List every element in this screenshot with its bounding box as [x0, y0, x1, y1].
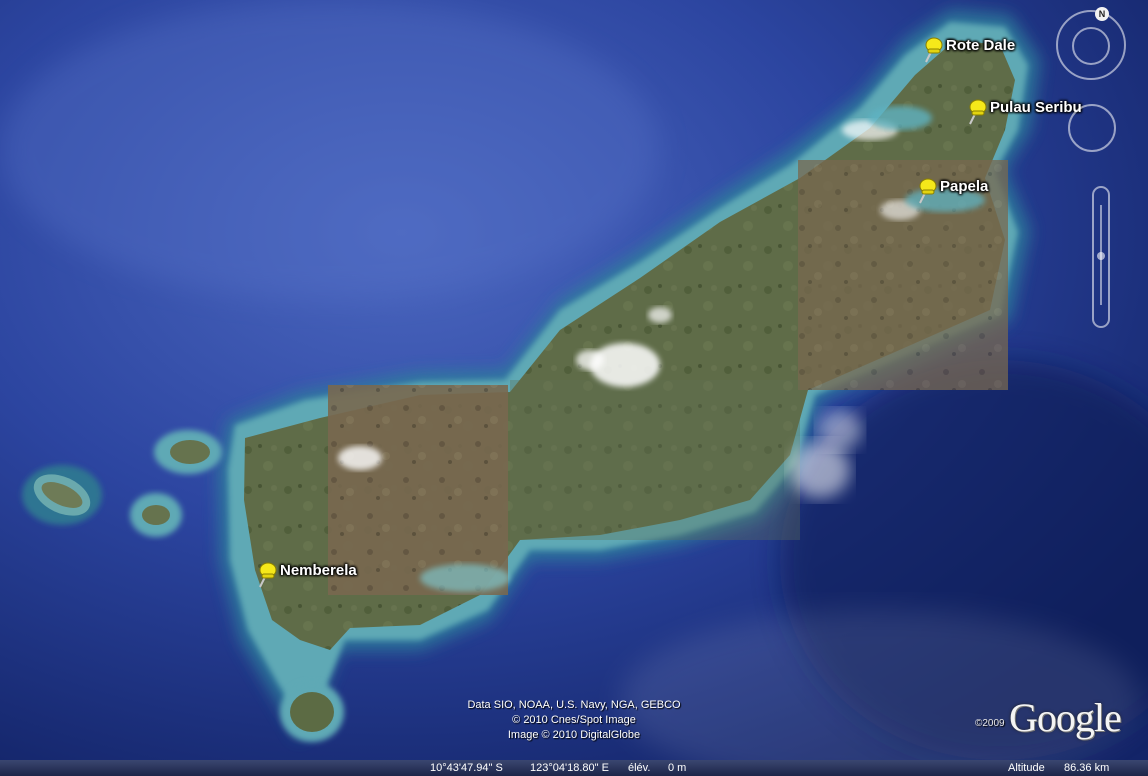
placemark-nemberela[interactable]: Nemberela [252, 561, 357, 591]
logo-wordmark: Google [1009, 695, 1122, 740]
pushpin-icon [969, 99, 987, 125]
placemark-papela[interactable]: Papela [912, 177, 988, 207]
placemark-label: Nemberela [280, 561, 357, 579]
placemark-pulau-seribu[interactable]: Pulau Seribu [962, 98, 1082, 128]
altitude-label: Altitude [1008, 762, 1045, 774]
elevation-label: élév. [628, 762, 651, 774]
islet-south-west [130, 493, 182, 537]
islet-south [280, 682, 344, 742]
attribution-line: Image © 2010 DigitalGlobe [507, 729, 641, 741]
navigation-controls: N [1056, 0, 1148, 340]
look-joystick-inner[interactable] [1072, 27, 1110, 65]
north-indicator-icon[interactable]: N [1095, 7, 1109, 21]
elevation-readout: 0 m [668, 762, 687, 774]
google-logo: ©2009 Google [975, 692, 1140, 742]
placemark-label: Rote Dale [946, 36, 1016, 54]
placemark-label: Papela [940, 177, 989, 195]
move-joystick[interactable] [1068, 104, 1116, 152]
pushpin-icon [925, 37, 943, 63]
zoom-slider-handle[interactable] [1097, 252, 1105, 260]
islet-ndao [22, 465, 102, 525]
status-bar: 10°43'47.94" S 123°04'18.80" E élév. 0 m… [0, 760, 1148, 776]
latitude-readout: 10°43'47.94" S [430, 762, 503, 774]
longitude-readout: 123°04'18.80" E [530, 762, 609, 774]
logo-copyright: ©2009 [975, 718, 1005, 729]
altitude-readout: 86.36 km [1064, 762, 1110, 774]
islet-north-west [154, 430, 222, 474]
pushpin-icon [259, 562, 277, 588]
placemark-rote-dale[interactable]: Rote Dale [918, 36, 1015, 66]
pushpin-icon [919, 178, 937, 204]
imagery-attribution: Data SIO, NOAA, U.S. Navy, NGA, GEBCO © … [434, 698, 714, 743]
map-viewport[interactable]: Rote Dale Pulau Seribu Papela Nemberela … [0, 0, 1148, 776]
attribution-line: Data SIO, NOAA, U.S. Navy, NGA, GEBCO [467, 699, 681, 711]
attribution-line: © 2010 Cnes/Spot Image [512, 714, 636, 726]
